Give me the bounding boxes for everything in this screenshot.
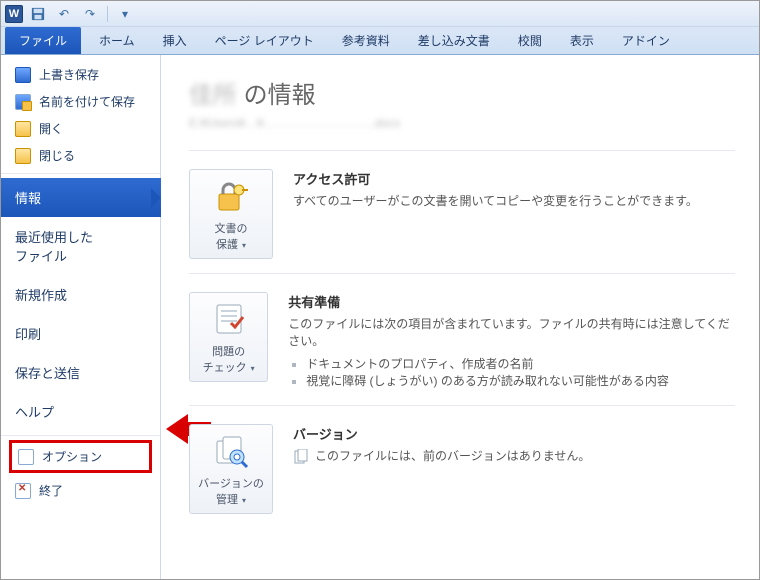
section-heading: 共有準備 — [288, 292, 735, 311]
backstage-sidebar: 上書き保存 名前を付けて保存 開く 閉じる 情報 最近使用した ファイル 新規作… — [1, 55, 161, 579]
tab-addins[interactable]: アドイン — [608, 27, 684, 54]
exit-icon — [15, 483, 31, 499]
tile-protect-document[interactable]: 文書の 保護 — [189, 169, 273, 259]
tile-label: バージョンの 管理 — [194, 475, 268, 507]
qat-save-button[interactable] — [27, 4, 49, 24]
tab-review[interactable]: 校閲 — [504, 27, 556, 54]
page-title-suffix: の情報 — [237, 82, 316, 109]
list-item: 視覚に障碍 (しょうがい) のある方が読み取れない可能性がある内容 — [306, 372, 735, 389]
sidebar-item-exit[interactable]: 終了 — [1, 477, 160, 504]
info-section-text: アクセス許可 すべてのユーザーがこの文書を開いてコピーや変更を行うことができます… — [293, 169, 698, 215]
checklist-icon — [211, 301, 247, 337]
sidebar-item-label: 閉じる — [39, 147, 75, 164]
info-section-prepare-share: 問題の チェック 共有準備 このファイルには次の項目が含まれています。ファイルの… — [189, 273, 735, 405]
word-app-icon: W — [5, 5, 23, 23]
qat-undo-button[interactable]: ↶ — [53, 4, 75, 24]
page-title: 佳所 の情報 — [189, 75, 735, 110]
sidebar-item-label: 開く — [39, 120, 63, 137]
sidebar-item-save[interactable]: 上書き保存 — [1, 61, 160, 88]
tile-check-issues[interactable]: 問題の チェック — [189, 292, 268, 382]
save-icon — [15, 67, 31, 83]
sidebar-item-label: 保存と送信 — [15, 363, 80, 382]
section-body: このファイルには、前のバージョンはありません。 — [293, 447, 590, 465]
options-icon — [18, 449, 34, 465]
info-section-versions: バージョンの 管理 バージョン このファイルには、前のバージョンはありません。 — [189, 405, 735, 528]
sidebar-item-options[interactable]: オプション — [12, 443, 149, 470]
sidebar-item-label: オプション — [42, 448, 102, 465]
sidebar-item-label: 名前を付けて保存 — [39, 93, 135, 110]
tab-view[interactable]: 表示 — [556, 27, 608, 54]
sidebar-item-close[interactable]: 閉じる — [1, 142, 160, 169]
tab-file[interactable]: ファイル — [5, 27, 81, 54]
annotation-highlight-box: オプション — [9, 440, 152, 473]
tab-insert[interactable]: 挿入 — [149, 27, 201, 54]
tile-manage-versions[interactable]: バージョンの 管理 — [189, 424, 273, 514]
tile-label: 問題の チェック — [194, 343, 263, 375]
info-section-permissions: 文書の 保護 アクセス許可 すべてのユーザーがこの文書を開いてコピーや変更を行う… — [189, 150, 735, 273]
document-path: E:¥Users¥…¥……………………….docx — [189, 116, 735, 130]
tile-label: 文書の 保護 — [194, 220, 268, 252]
sidebar-item-label: 最近使用した ファイル — [15, 227, 93, 265]
tab-references[interactable]: 参考資料 — [328, 27, 404, 54]
folder-close-icon — [15, 148, 31, 164]
sidebar-item-label: 印刷 — [15, 324, 41, 343]
info-section-text: バージョン このファイルには、前のバージョンはありません。 — [293, 424, 590, 471]
sidebar-item-help[interactable]: ヘルプ — [1, 392, 160, 431]
sidebar-item-label: 上書き保存 — [39, 66, 99, 83]
tab-pagelayout[interactable]: ページ レイアウト — [201, 27, 328, 54]
section-heading: バージョン — [293, 424, 590, 443]
section-body: このファイルには次の項目が含まれています。ファイルの共有時には注意してください。 — [288, 315, 735, 349]
sidebar-separator — [1, 435, 160, 436]
section-bullets: ドキュメントのプロパティ、作成者の名前 視覚に障碍 (しょうがい) のある方が読… — [288, 355, 735, 389]
document-version-icon — [293, 449, 309, 465]
qat-redo-button[interactable]: ↷ — [79, 4, 101, 24]
tab-mailings[interactable]: 差し込み文書 — [404, 27, 504, 54]
backstage-main: 上書き保存 名前を付けて保存 開く 閉じる 情報 最近使用した ファイル 新規作… — [1, 55, 759, 579]
sidebar-item-info[interactable]: 情報 — [1, 178, 161, 217]
sidebar-item-open[interactable]: 開く — [1, 115, 160, 142]
sidebar-separator — [1, 173, 160, 174]
info-section-text: 共有準備 このファイルには次の項目が含まれています。ファイルの共有時には注意して… — [288, 292, 735, 391]
sidebar-item-recent[interactable]: 最近使用した ファイル — [1, 217, 160, 275]
sidebar-item-saveas[interactable]: 名前を付けて保存 — [1, 88, 160, 115]
backstage-content: 佳所 の情報 E:¥Users¥…¥……………………….docx 文書の 保護 — [161, 55, 759, 579]
page-title-obscured: 佳所 — [189, 82, 237, 109]
title-bar: W ↶ ↷ ▾ — [1, 1, 759, 27]
list-item: ドキュメントのプロパティ、作成者の名前 — [306, 355, 735, 372]
sidebar-item-label: 終了 — [39, 482, 63, 499]
tab-home[interactable]: ホーム — [85, 27, 149, 54]
sidebar-item-label: ヘルプ — [15, 402, 54, 421]
sidebar-item-print[interactable]: 印刷 — [1, 314, 160, 353]
qat-separator — [107, 6, 108, 22]
sidebar-item-label: 新規作成 — [15, 285, 67, 304]
versions-icon — [213, 433, 249, 469]
folder-open-icon — [15, 121, 31, 137]
document-path-obscured: E:¥Users¥…¥……………………….docx — [189, 116, 400, 130]
sidebar-item-label: 情報 — [15, 188, 41, 207]
section-heading: アクセス許可 — [293, 169, 698, 188]
ribbon-tabs: ファイル ホーム 挿入 ページ レイアウト 参考資料 差し込み文書 校閲 表示 … — [1, 27, 759, 55]
sidebar-item-new[interactable]: 新規作成 — [1, 275, 160, 314]
qat-customize-button[interactable]: ▾ — [114, 4, 136, 24]
sidebar-item-save-send[interactable]: 保存と送信 — [1, 353, 160, 392]
section-body: すべてのユーザーがこの文書を開いてコピーや変更を行うことができます。 — [293, 192, 698, 209]
save-as-icon — [15, 94, 31, 110]
lock-key-icon — [213, 178, 249, 214]
